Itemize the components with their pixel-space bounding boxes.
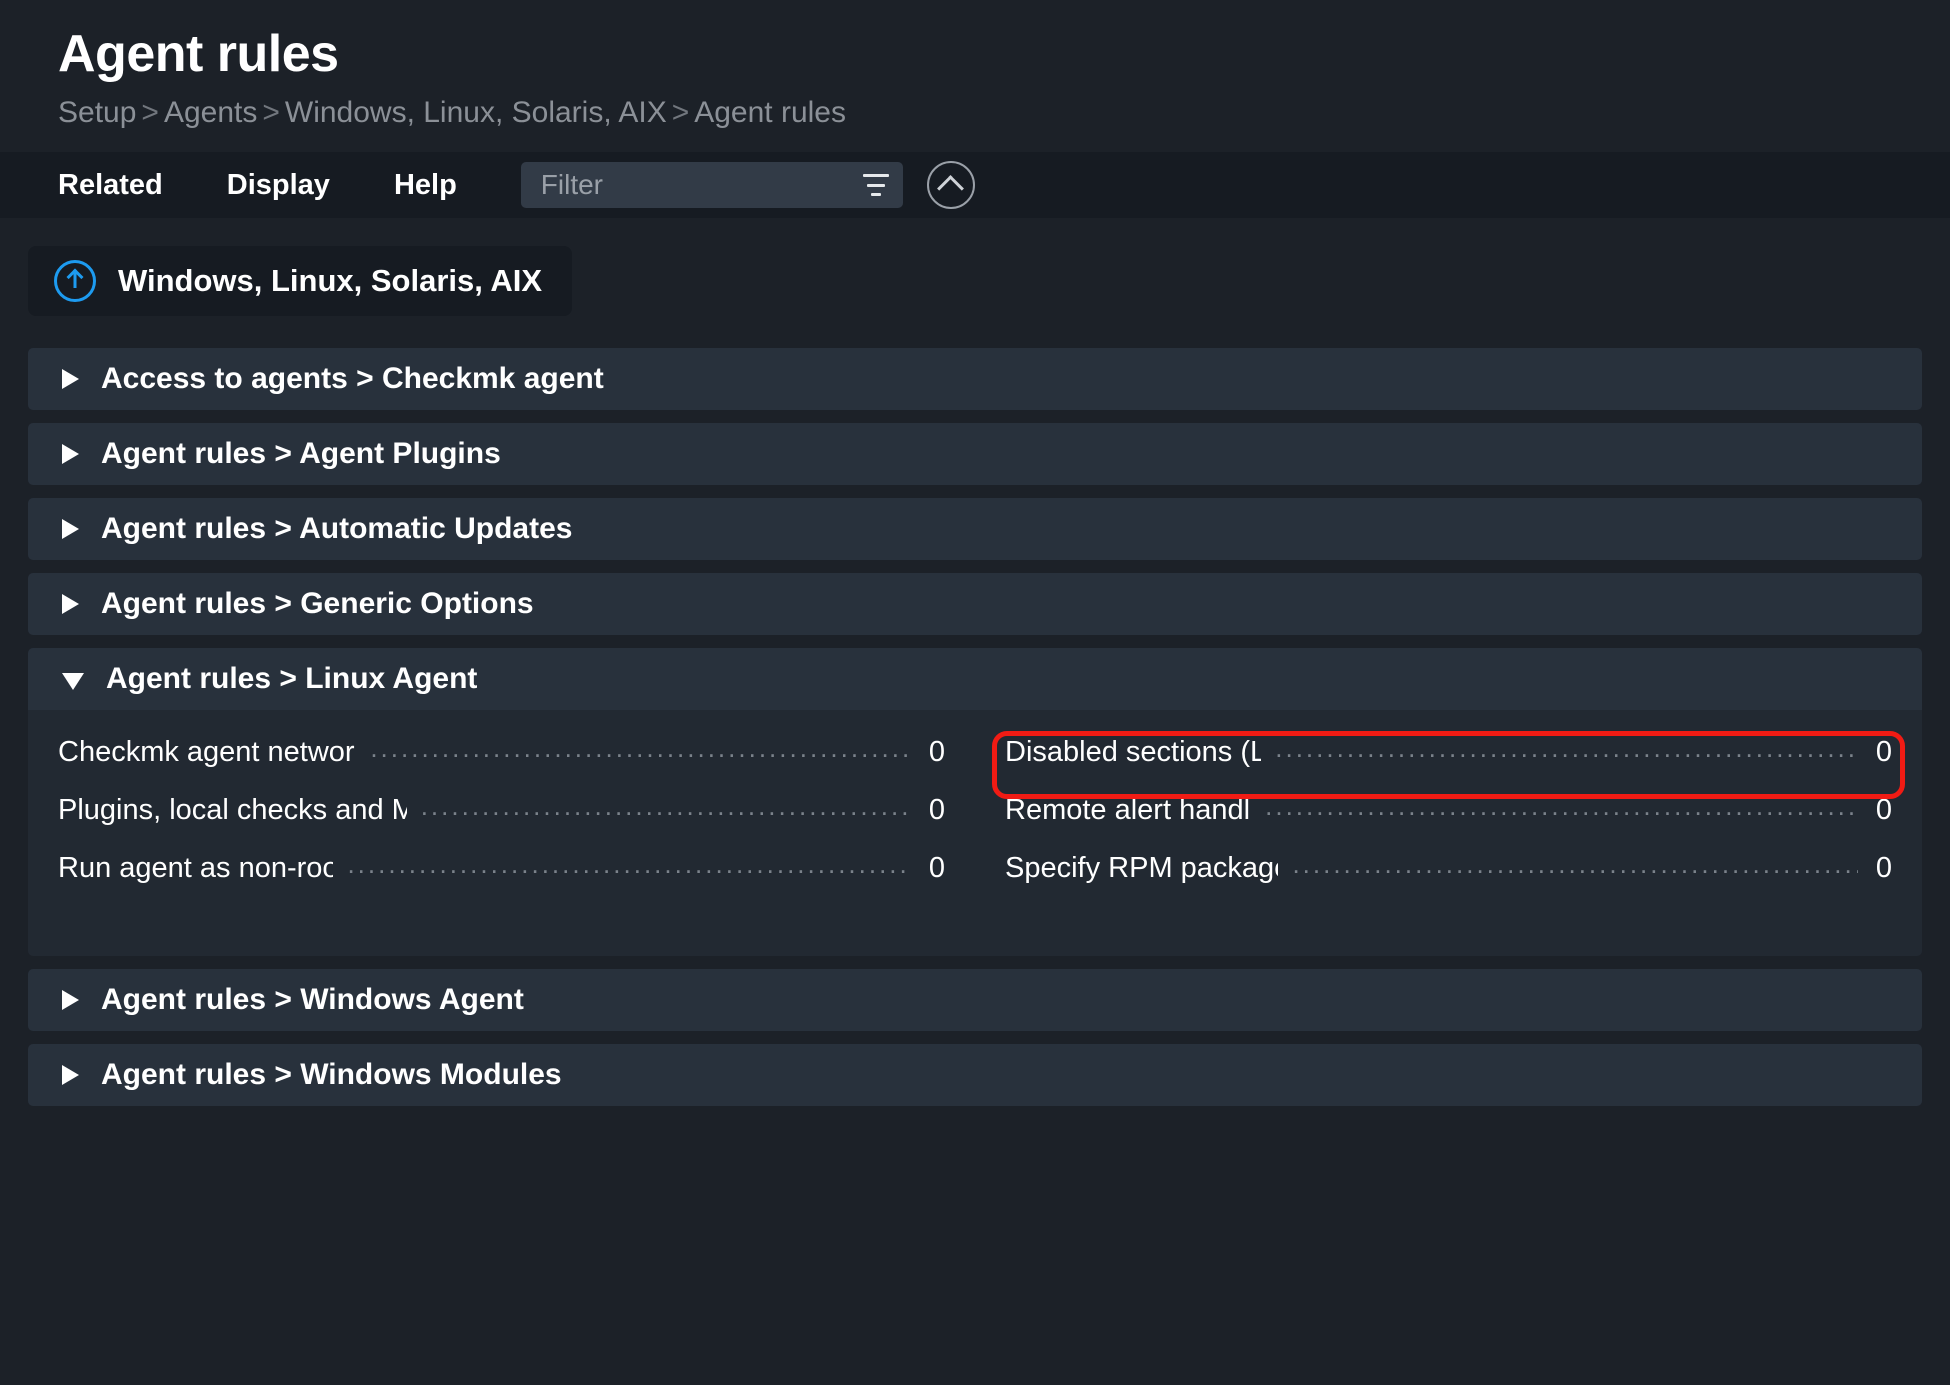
- section-title: Agent rules > Agent Plugins: [101, 437, 501, 470]
- rule-section: Agent rules > Automatic Updates: [28, 498, 1922, 560]
- triangle-right-icon[interactable]: [62, 990, 79, 1010]
- triangle-right-icon[interactable]: [62, 519, 79, 539]
- rule-leader-dots: ........................................…: [420, 791, 911, 821]
- page-title: Agent rules: [58, 25, 339, 83]
- section-header[interactable]: Agent rules > Windows Modules: [28, 1044, 1922, 1106]
- parent-folder-label: Windows, Linux, Solaris, AIX: [118, 263, 543, 298]
- rule-count: 0: [928, 852, 945, 884]
- funnel-icon[interactable]: [862, 174, 889, 196]
- section-header[interactable]: Agent rules > Automatic Updates: [28, 498, 1922, 560]
- rule-item-highlighted[interactable]: Disabled sections (Linux agent).........…: [992, 731, 1905, 799]
- rule-section: Access to agents > Checkmk agent: [28, 348, 1922, 410]
- toolbar: Related Display Help: [0, 152, 1950, 218]
- section-body: Checkmk agent network service (Linux)...…: [28, 710, 1922, 956]
- rule-item[interactable]: Plugins, local checks and MRPE for non-r…: [50, 791, 953, 852]
- arrow-up-circle-icon: [54, 260, 96, 302]
- breadcrumb-separator: >: [262, 96, 280, 129]
- breadcrumb-item: Agent rules: [694, 96, 846, 129]
- rule-item[interactable]: Specify RPM package tags (Linux)........…: [997, 849, 1900, 910]
- rule-count: 0: [928, 794, 945, 826]
- breadcrumb-item[interactable]: Windows, Linux, Solaris, AIX: [285, 96, 667, 129]
- rule-column-left: Checkmk agent network service (Linux)...…: [28, 733, 975, 910]
- rule-column-right: Disabled sections (Linux agent).........…: [975, 731, 1922, 910]
- menu-related[interactable]: Related: [58, 169, 163, 202]
- rule-name: Checkmk agent network service (Linux): [58, 736, 356, 768]
- rule-name: Disabled sections (Linux agent): [1005, 736, 1262, 768]
- rule-item[interactable]: Remote alert handlers (Linux)...........…: [997, 791, 1900, 852]
- collapse-toggle-button[interactable]: [926, 161, 975, 209]
- rule-leader-dots: ........................................…: [1275, 733, 1858, 763]
- section-header[interactable]: Agent rules > Windows Agent: [28, 969, 1922, 1031]
- search-input[interactable]: [538, 168, 823, 202]
- breadcrumb-item[interactable]: Agents: [164, 96, 257, 129]
- rule-count: 0: [1875, 852, 1892, 884]
- rule-count: 0: [1875, 736, 1892, 768]
- filter-box[interactable]: [520, 162, 903, 208]
- parent-folder-button[interactable]: Windows, Linux, Solaris, AIX: [28, 246, 573, 316]
- section-title: Agent rules > Windows Modules: [101, 1058, 562, 1091]
- rule-leader-dots: ........................................…: [347, 849, 911, 879]
- page-header: Agent rules Setup > Agents > Windows, Linux,…: [0, 0, 1950, 130]
- rule-name: Specify RPM package tags (Linux): [1005, 852, 1278, 884]
- rule-leader-dots: ........................................…: [1265, 791, 1858, 821]
- section-title: Agent rules > Linux Agent: [106, 662, 478, 695]
- rule-item[interactable]: Run agent as non-root user (Linux)......…: [50, 849, 953, 910]
- menu-help[interactable]: Help: [394, 169, 457, 202]
- rule-leader-dots: ........................................…: [370, 733, 911, 763]
- section-header[interactable]: Agent rules > Agent Plugins: [28, 423, 1922, 485]
- rule-section: Agent rules > Windows Modules: [28, 1044, 1922, 1106]
- section-header[interactable]: Access to agents > Checkmk agent: [28, 348, 1922, 410]
- rule-section: Agent rules > Agent Plugins: [28, 423, 1922, 485]
- rule-section: Agent rules > Generic Options: [28, 573, 1922, 635]
- rule-sections: Access to agents > Checkmk agent Agent ru…: [0, 348, 1950, 1106]
- section-title: Agent rules > Automatic Updates: [101, 512, 573, 545]
- rule-name: Run agent as non-root user (Linux): [58, 852, 334, 884]
- triangle-down-icon[interactable]: [62, 672, 84, 690]
- breadcrumb-item[interactable]: Setup: [58, 96, 136, 129]
- rule-name: Plugins, local checks and MRPE for non-r…: [58, 794, 407, 826]
- rule-name: Remote alert handlers (Linux): [1005, 794, 1251, 826]
- breadcrumb-separator: >: [671, 96, 690, 129]
- triangle-right-icon[interactable]: [62, 594, 79, 614]
- context-button-row: Windows, Linux, Solaris, AIX: [0, 218, 1950, 316]
- rule-item[interactable]: Checkmk agent network service (Linux)...…: [50, 733, 953, 794]
- triangle-right-icon[interactable]: [62, 369, 79, 389]
- chevron-up-icon: [937, 174, 965, 202]
- triangle-right-icon[interactable]: [62, 1065, 79, 1085]
- breadcrumb: Setup > Agents > Windows, Linux, Solaris, AI…: [58, 96, 1950, 130]
- rule-count: 0: [1875, 794, 1892, 826]
- triangle-right-icon[interactable]: [62, 444, 79, 464]
- breadcrumb-separator: >: [141, 96, 159, 129]
- rule-leader-dots: ........................................…: [1292, 849, 1858, 879]
- rule-count: 0: [928, 736, 945, 768]
- section-title: Access to agents > Checkmk agent: [101, 362, 604, 395]
- rule-section: Agent rules > Windows Agent: [28, 969, 1922, 1031]
- section-title: Agent rules > Generic Options: [101, 587, 534, 620]
- menu-display[interactable]: Display: [227, 169, 330, 202]
- section-header[interactable]: Agent rules > Linux Agent: [28, 648, 1922, 710]
- section-header[interactable]: Agent rules > Generic Options: [28, 573, 1922, 635]
- section-title: Agent rules > Windows Agent: [101, 983, 524, 1016]
- rule-section: Agent rules > Linux Agent Checkmk agent n…: [28, 648, 1922, 956]
